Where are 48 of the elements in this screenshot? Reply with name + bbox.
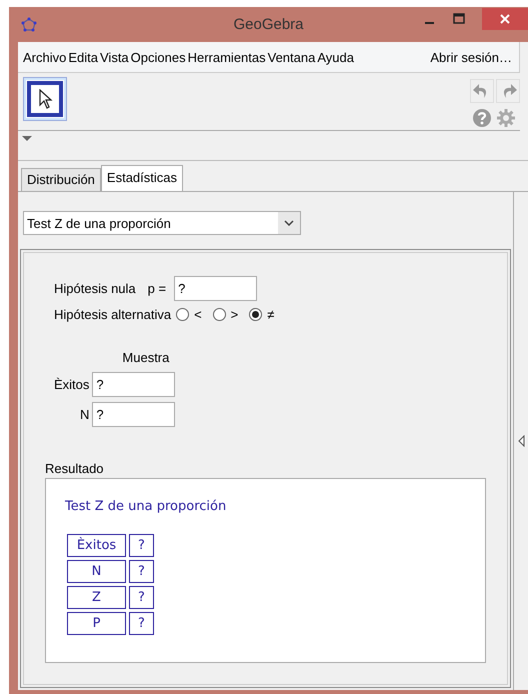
move-tool-button[interactable] xyxy=(23,77,67,121)
menu-item[interactable]: Vista xyxy=(99,50,130,64)
tab[interactable]: Distribución xyxy=(21,168,101,191)
maximize-icon xyxy=(453,12,465,24)
radio-button[interactable] xyxy=(176,308,190,321)
menu-item[interactable]: Opciones xyxy=(130,50,187,64)
field-label: p = xyxy=(148,281,166,296)
radio-button[interactable] xyxy=(249,308,262,321)
input-field[interactable]: ? xyxy=(92,372,176,397)
arrow-cursor-icon xyxy=(37,89,53,109)
field-label: Èxitos xyxy=(54,377,90,392)
input-field[interactable]: ? xyxy=(174,276,258,301)
table-cell: ? xyxy=(129,612,154,635)
table-cell: N xyxy=(67,560,126,583)
field-label: N xyxy=(79,407,90,422)
table-cell: ? xyxy=(129,586,154,609)
window-title: GeoGebra xyxy=(233,16,304,33)
radio-label: > xyxy=(230,307,238,322)
tab[interactable]: Estadísticas xyxy=(100,165,184,191)
radio-label: ≠ xyxy=(267,307,274,322)
field-label: Hipótesis alternativa xyxy=(54,307,172,322)
field-label: Hipótesis nula xyxy=(54,281,136,296)
menu-item[interactable]: Ayuda xyxy=(316,50,355,64)
result-title: Test Z de una proporción xyxy=(65,499,228,514)
close-icon xyxy=(499,12,511,24)
login-link[interactable]: Abrir sesión… xyxy=(429,50,513,64)
table-cell: ? xyxy=(129,560,154,583)
help-icon[interactable] xyxy=(472,108,492,128)
table-cell: P xyxy=(67,612,126,635)
table-cell: Èxitos xyxy=(67,534,126,557)
caret-icon[interactable] xyxy=(22,136,32,141)
radio-label: < xyxy=(194,307,202,322)
menu-item[interactable]: Edita xyxy=(67,50,99,64)
minimize-icon xyxy=(424,22,434,24)
column-header: Muestra xyxy=(122,350,170,365)
close-button[interactable] xyxy=(482,8,528,30)
menu-item[interactable]: Herramientas xyxy=(186,50,267,64)
input-field[interactable]: ? xyxy=(92,402,176,427)
menu-item[interactable]: Ventana xyxy=(266,50,316,64)
menu-item[interactable]: Archivo xyxy=(22,50,68,64)
app-logo-icon xyxy=(21,16,37,32)
table-cell: ? xyxy=(129,534,154,557)
chevron-down-icon xyxy=(284,220,294,226)
collapse-handle-icon[interactable] xyxy=(518,435,524,447)
section-label: Resultado xyxy=(45,461,104,476)
table-cell: Z xyxy=(67,586,126,609)
procedure-dropdown[interactable]: Test Z de una proporción xyxy=(23,211,301,235)
radio-button[interactable] xyxy=(212,308,226,321)
